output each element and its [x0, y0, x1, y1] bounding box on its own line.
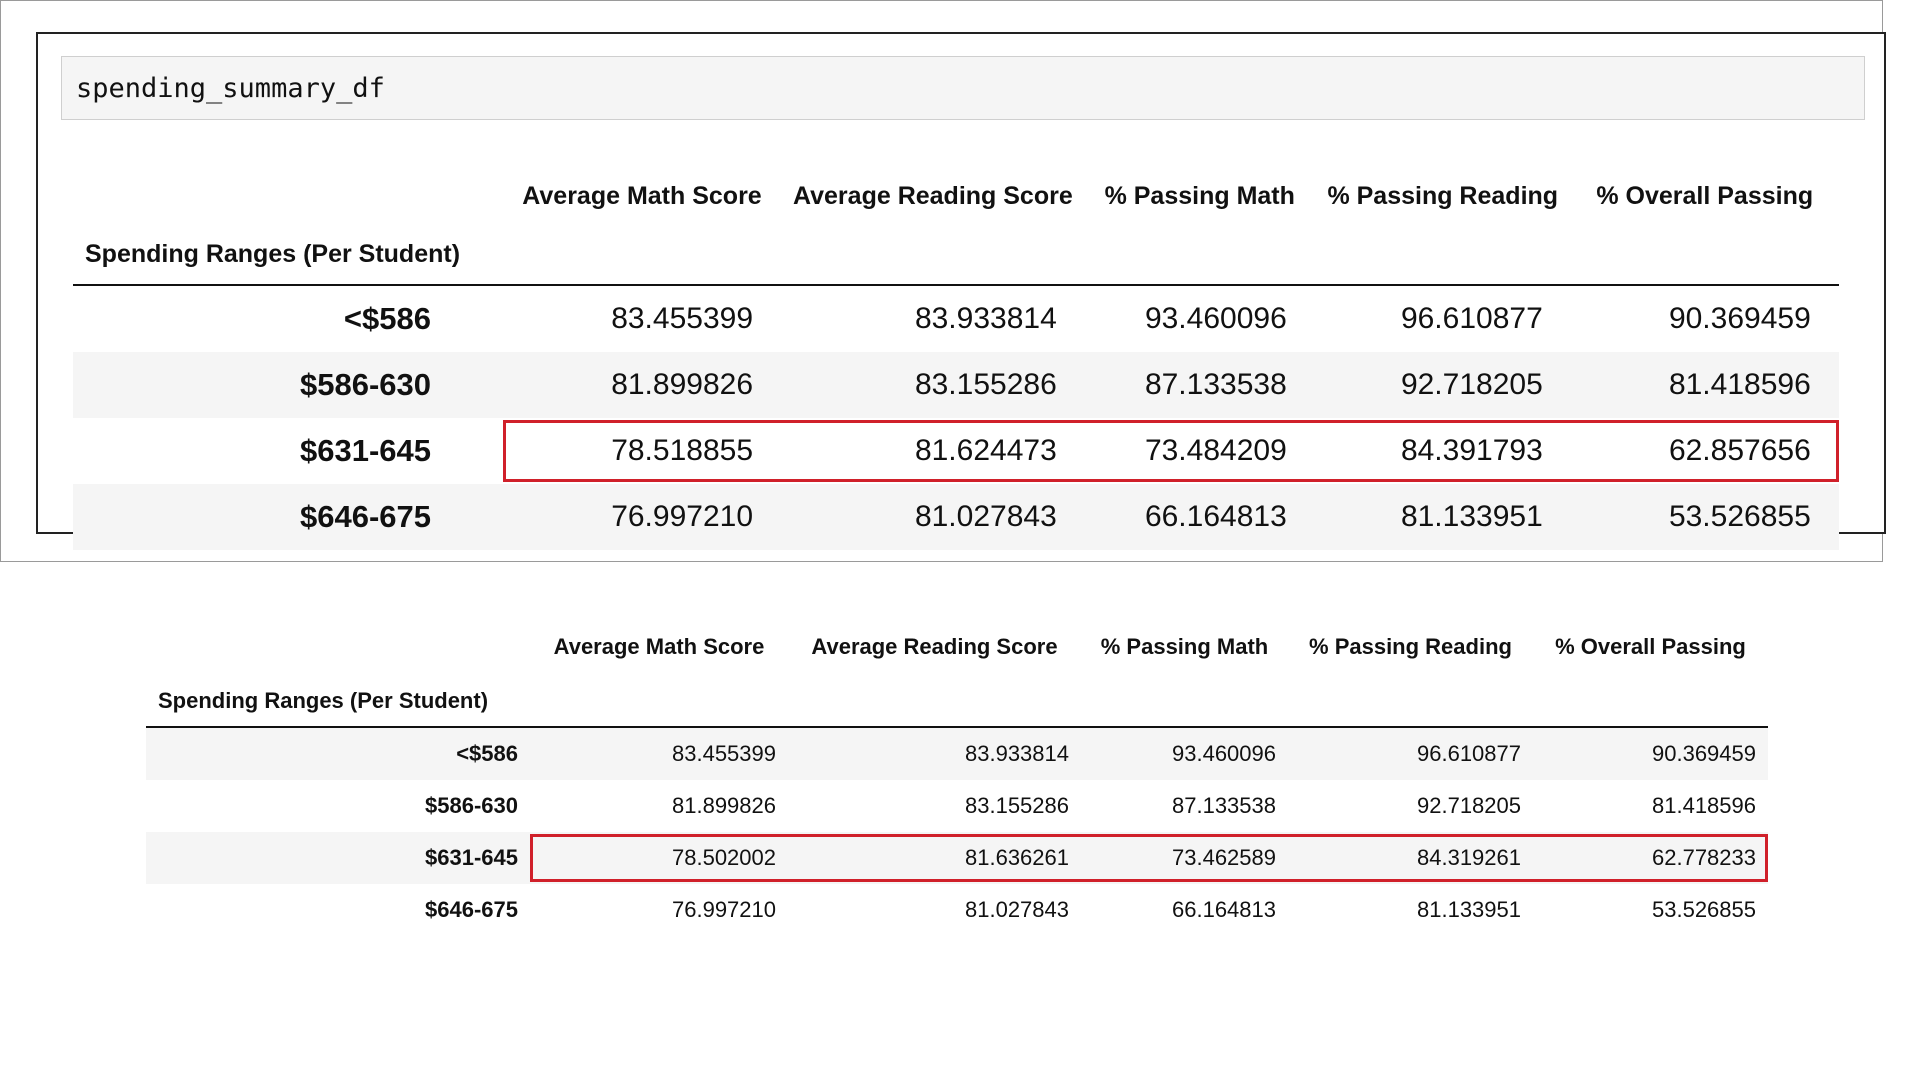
top-dataframe-table: Average Math Score Average Reading Score… [73, 168, 1839, 550]
blank-header-cell [146, 618, 530, 676]
table-cell: 81.899826 [672, 793, 776, 818]
row-label: <$586 [456, 741, 518, 766]
column-header: Average Math Score [553, 634, 765, 659]
table-cell: 93.460096 [1144, 302, 1287, 335]
table-row: $646-675 76.997210 81.027843 66.164813 8… [73, 484, 1839, 550]
row-label: $631-645 [299, 433, 431, 468]
column-header: Average Reading Score [793, 181, 1073, 210]
table-cell: 84.319261 [1417, 845, 1521, 870]
table-cell: 92.718205 [1400, 368, 1543, 401]
table-row: $586-630 81.899826 83.155286 87.133538 9… [146, 780, 1768, 832]
column-header: Average Reading Score [811, 634, 1058, 659]
column-header: Average Math Score [522, 181, 762, 210]
table-cell: 53.526855 [1668, 500, 1811, 533]
table-cell: 93.460096 [1172, 741, 1276, 766]
column-header: % Passing Reading [1309, 634, 1512, 659]
table-cell: 81.899826 [611, 368, 753, 401]
row-label: $646-675 [299, 499, 431, 534]
table-cell: 83.155286 [965, 793, 1069, 818]
table-cell: 76.997210 [672, 897, 776, 922]
table-cell: 81.027843 [965, 897, 1069, 922]
table-cell: 81.133951 [1400, 500, 1543, 533]
table-cell: 83.455399 [672, 741, 776, 766]
top-dataframe: Average Math Score Average Reading Score… [73, 168, 1839, 550]
table-cell: 73.462589 [1172, 845, 1276, 870]
table-cell: 83.933814 [965, 741, 1069, 766]
table-cell: 83.155286 [914, 368, 1057, 401]
table-cell: 87.133538 [1172, 793, 1276, 818]
notebook-cell: spending_summary_df Average Math Score A… [36, 32, 1886, 550]
table-cell: 78.502002 [672, 845, 776, 870]
column-header: % Passing Math [1104, 181, 1295, 210]
table-cell: 96.610877 [1400, 302, 1543, 335]
row-label: $631-645 [425, 845, 518, 870]
table-row-highlighted: $631-645 78.502002 81.636261 73.462589 8… [146, 832, 1768, 884]
table-row: $586-630 81.899826 83.155286 87.133538 9… [73, 352, 1839, 418]
column-header-row: Average Math Score Average Reading Score… [73, 168, 1839, 224]
bottom-dataframe: Average Math Score Average Reading Score… [146, 618, 1768, 936]
table-cell: 81.133951 [1417, 897, 1521, 922]
blank-header-cell [73, 168, 503, 224]
column-header: % Overall Passing [1596, 181, 1814, 210]
table-cell: 53.526855 [1652, 897, 1756, 922]
column-header: % Passing Math [1100, 634, 1269, 659]
table-cell: 66.164813 [1144, 500, 1287, 533]
column-header: % Passing Reading [1327, 181, 1559, 210]
table-cell: 92.718205 [1417, 793, 1521, 818]
table-row: <$586 83.455399 83.933814 93.460096 96.6… [73, 285, 1839, 352]
row-label: <$586 [343, 301, 431, 336]
index-header-row: Spending Ranges (Per Student) [146, 676, 1768, 727]
table-cell: 81.418596 [1652, 793, 1756, 818]
table-cell: 90.369459 [1668, 302, 1811, 335]
table-cell: 62.778233 [1652, 845, 1756, 870]
row-label: $646-675 [425, 897, 518, 922]
table-cell: 83.455399 [611, 302, 753, 335]
index-header-row: Spending Ranges (Per Student) [73, 224, 1839, 285]
table-cell: 78.518855 [611, 434, 753, 467]
table-cell: 76.997210 [611, 500, 753, 533]
table-cell: 83.933814 [914, 302, 1057, 335]
table-cell: 73.484209 [1144, 434, 1287, 467]
table-cell: 81.418596 [1668, 368, 1811, 401]
top-screenshot-frame: spending_summary_df Average Math Score A… [0, 0, 1886, 562]
table-cell: 81.027843 [914, 500, 1057, 533]
table-cell: 81.636261 [965, 845, 1069, 870]
table-cell: 84.391793 [1400, 434, 1543, 467]
index-name: Spending Ranges (Per Student) [158, 688, 489, 713]
table-cell: 90.369459 [1652, 741, 1756, 766]
table-cell: 96.610877 [1417, 741, 1521, 766]
table-row: $646-675 76.997210 81.027843 66.164813 8… [146, 884, 1768, 936]
code-input[interactable]: spending_summary_df [61, 56, 1865, 120]
row-label: $586-630 [425, 793, 518, 818]
table-row: <$586 83.455399 83.933814 93.460096 96.6… [146, 727, 1768, 780]
column-header: % Overall Passing [1555, 634, 1746, 659]
bottom-dataframe-table: Average Math Score Average Reading Score… [146, 618, 1768, 936]
table-cell: 87.133538 [1144, 368, 1287, 401]
index-name: Spending Ranges (Per Student) [85, 239, 461, 268]
row-label: $586-630 [299, 367, 431, 402]
table-cell: 66.164813 [1172, 897, 1276, 922]
table-row-highlighted: $631-645 78.518855 81.624473 73.484209 8… [73, 418, 1839, 484]
table-cell: 62.857656 [1668, 434, 1811, 467]
column-header-row: Average Math Score Average Reading Score… [146, 618, 1768, 676]
table-cell: 81.624473 [914, 434, 1057, 467]
